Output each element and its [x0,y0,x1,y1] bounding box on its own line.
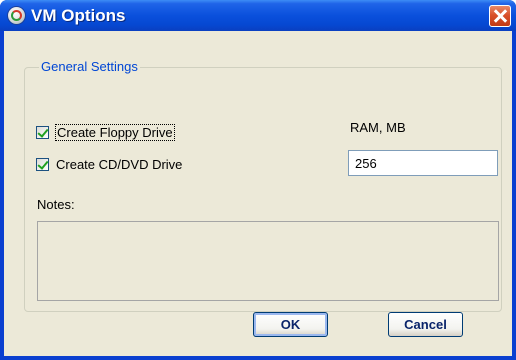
create-floppy-checkbox[interactable] [36,126,49,139]
window-title: VM Options [31,6,126,25]
app-icon [8,7,25,24]
title-bar[interactable]: VM Options [0,0,516,31]
ram-label: RAM, MB [350,120,406,135]
create-cd-row[interactable]: Create CD/DVD Drive [36,157,182,172]
general-settings-group: General Settings Create Floppy Drive Cre… [24,59,502,312]
ok-button[interactable]: OK [253,312,328,337]
ram-input[interactable]: 256 [348,150,498,176]
cancel-button[interactable]: Cancel [388,312,463,337]
vm-options-window: VM Options General Settings Create Flopp… [0,0,516,360]
close-button[interactable] [489,5,511,27]
general-settings-label: General Settings [39,59,140,74]
create-floppy-row[interactable]: Create Floppy Drive [36,124,175,141]
create-cd-checkbox[interactable] [36,158,49,171]
create-floppy-label[interactable]: Create Floppy Drive [55,124,175,141]
notes-textarea[interactable] [37,221,499,301]
checkmark-icon [37,158,49,170]
dialog-body: General Settings Create Floppy Drive Cre… [4,31,512,356]
create-cd-label[interactable]: Create CD/DVD Drive [56,157,182,172]
notes-label: Notes: [37,197,75,212]
checkmark-icon [37,126,49,138]
